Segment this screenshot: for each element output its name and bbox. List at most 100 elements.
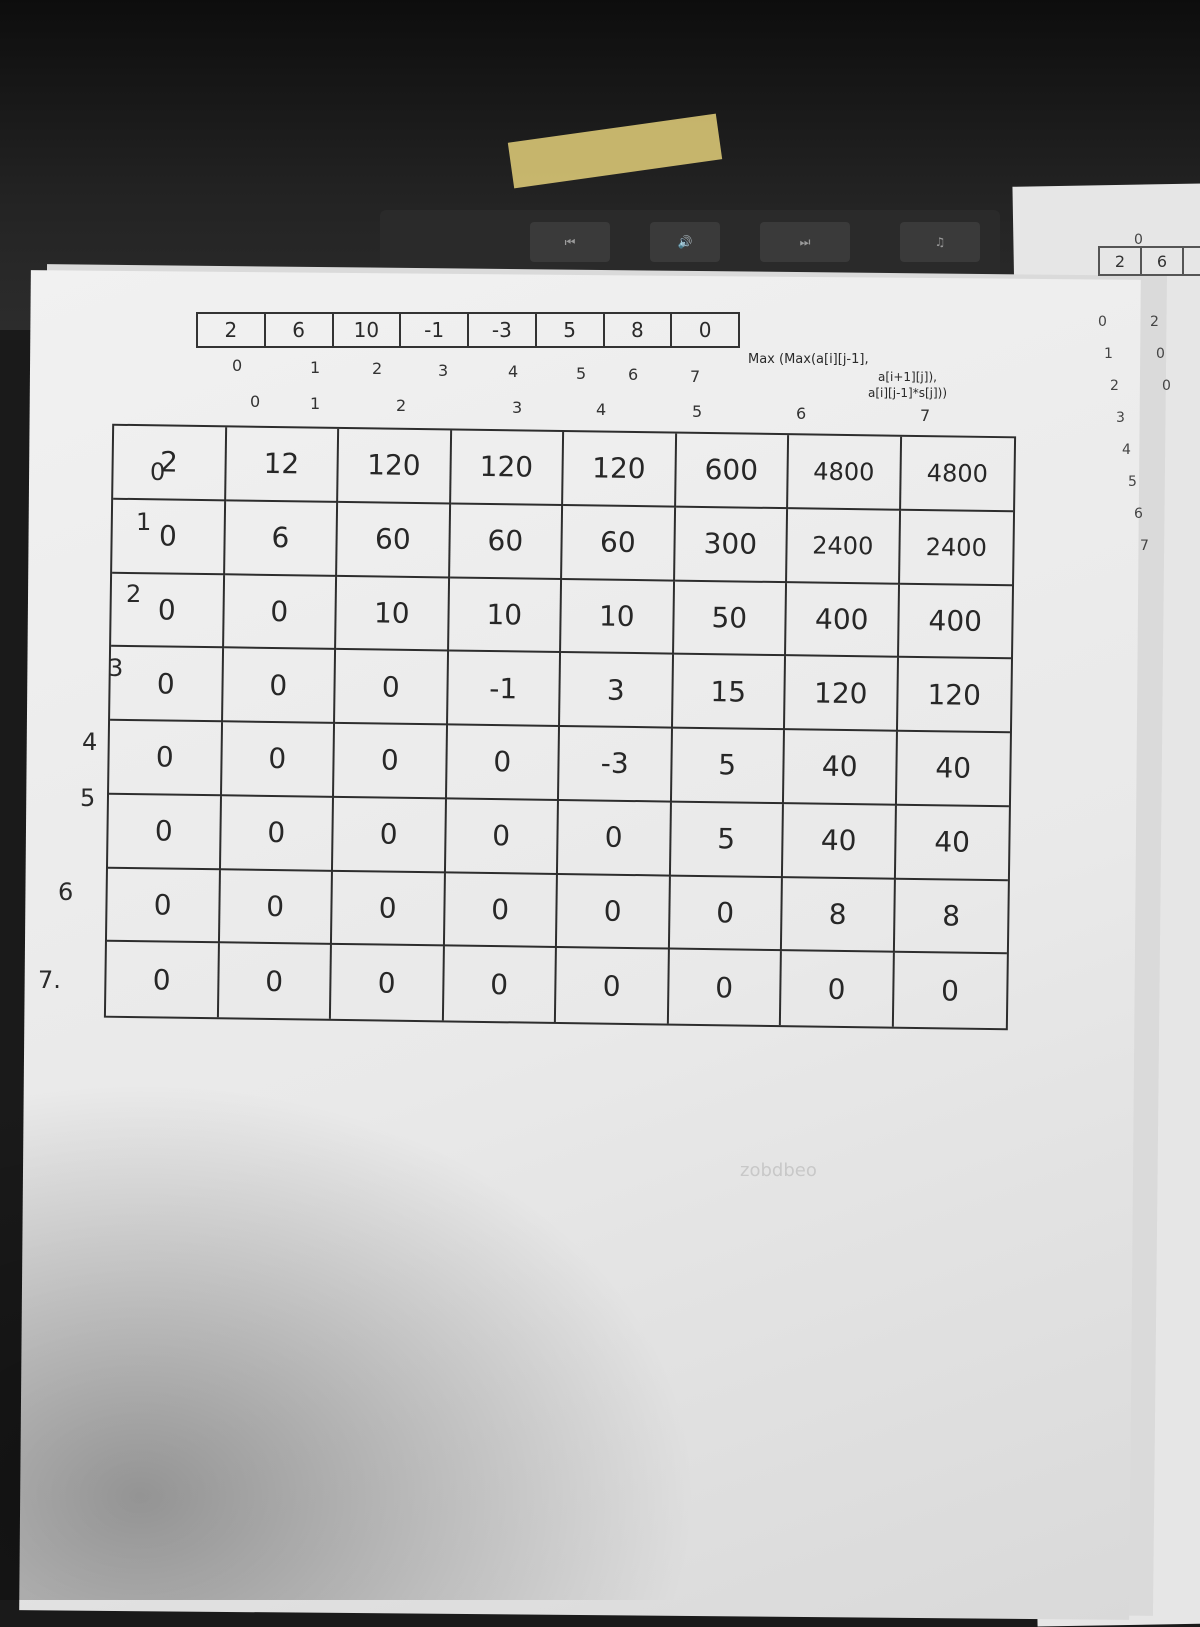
right-sheet-index: 1	[1104, 346, 1113, 362]
array-index-label: 4	[508, 362, 519, 381]
right-sheet-array: 2 6	[1098, 246, 1200, 276]
table-cell: 12	[225, 427, 340, 503]
column-label: 2	[396, 396, 407, 415]
table-cell: 0	[107, 794, 222, 870]
row-label: 5	[80, 784, 96, 812]
table-cell: 0	[555, 948, 670, 1024]
table-cell: 0	[668, 949, 782, 1026]
column-label: 6	[796, 404, 807, 423]
right-sheet-array-cell: 6	[1142, 248, 1184, 274]
table-cell: 0	[556, 874, 671, 950]
right-sheet-value: 0	[1156, 346, 1165, 362]
table-cell: 3	[560, 653, 674, 729]
table-cell: 10	[336, 576, 450, 652]
table-cell: 0	[218, 943, 332, 1019]
table-cell: 6	[224, 501, 339, 577]
table-cell: 2400	[899, 510, 1014, 586]
table-cell: 2	[113, 425, 227, 502]
array-cell: -3	[469, 314, 537, 346]
table-cell: -1	[447, 651, 562, 727]
table-cell: 400	[786, 582, 900, 658]
right-sheet-index: 7	[1140, 538, 1149, 554]
table-cell: 40	[782, 803, 897, 880]
table-cell: 120	[784, 656, 899, 732]
music-key: ♫	[900, 222, 980, 262]
table-cell: 4800	[788, 435, 902, 511]
table-cell: 0	[444, 872, 558, 949]
array-cell: 0	[698, 318, 712, 342]
table-cell: 0	[220, 796, 334, 872]
array-index-label: 7	[690, 366, 701, 386]
table-cell: 0	[110, 646, 224, 723]
table-cell: 0	[330, 945, 445, 1021]
table-cell: 0	[446, 725, 560, 801]
right-sheet-index: 5	[1128, 474, 1137, 490]
hand-shadow	[0, 1080, 700, 1600]
table-cell: 4800	[900, 436, 1015, 513]
table-cell: 0	[111, 573, 225, 649]
table-cell: 40	[895, 805, 1009, 881]
table-cell: 60	[337, 502, 451, 578]
table-cell: 120	[450, 430, 565, 506]
column-label: 1	[310, 394, 321, 413]
right-sheet-index: 6	[1134, 506, 1143, 522]
previous-track-key: ⏮	[530, 222, 610, 262]
right-sheet-value: 0	[1162, 378, 1171, 394]
column-label: 4	[596, 400, 607, 419]
table-cell: 0	[105, 941, 220, 1018]
table-cell: -3	[558, 727, 673, 803]
table-cell: 15	[672, 654, 787, 731]
table-cell: 10	[561, 579, 675, 655]
array-index-label: 5	[576, 363, 587, 383]
table-cell: 120	[563, 432, 677, 508]
array-index-label: 3	[438, 360, 449, 380]
table-cell: 0	[445, 799, 559, 875]
table-cell: 5	[671, 728, 785, 804]
bleed-through-text: zobdbeo	[740, 1160, 817, 1181]
array-cell: 2	[198, 314, 266, 346]
table-cell: 0	[335, 650, 449, 726]
row-label: 6	[58, 878, 74, 906]
table-cell: 8	[781, 877, 896, 953]
table-cell: 50	[673, 581, 788, 657]
table-cell: 0	[221, 722, 336, 798]
column-label: 3	[512, 398, 523, 417]
table-cell: 0	[780, 951, 895, 1027]
array-index-label: 2	[372, 359, 383, 378]
next-track-key: ⏭	[760, 222, 850, 262]
volume-key: 🔊	[650, 222, 720, 262]
table-cell: 0	[223, 574, 338, 651]
table-cell: 300	[674, 507, 789, 583]
table-cell: 60	[562, 505, 676, 582]
table-cell: 0	[112, 499, 226, 575]
right-sheet-index: 3	[1116, 410, 1125, 426]
table-cell: 0	[331, 871, 446, 947]
table-cell: 0	[669, 876, 783, 952]
dp-table: 2 12 120 120 120 600 4800 4800 0 6 60 60 60 300 2400 24…	[103, 423, 1017, 1031]
column-label: 7	[920, 406, 931, 425]
table-cell: 40	[783, 730, 898, 806]
table-cell: 0	[109, 720, 223, 797]
formula-line-1: Max (Max(a[i][j-1],	[748, 352, 869, 367]
row-label: 4	[82, 728, 98, 756]
array-index-label: 0	[232, 356, 243, 375]
array-cell: -1	[401, 314, 469, 346]
formula-line-3: a[i][j-1]*s[j]))	[868, 386, 948, 400]
right-sheet-index: 4	[1122, 442, 1131, 458]
table-cell: 2400	[787, 508, 901, 585]
table-cell: 600	[675, 433, 790, 509]
array-cell: 6	[266, 314, 334, 346]
input-array: 2 6 10 -1 -3 5 8 0	[196, 312, 740, 348]
array-cell: 10	[334, 314, 402, 346]
table-cell: 0	[557, 800, 672, 877]
table-cell: 0	[332, 797, 447, 873]
table-cell: 0	[443, 946, 557, 1022]
table-cell: 0	[222, 648, 337, 724]
table-cell: 5	[670, 802, 784, 878]
table-cell: 0	[333, 723, 448, 800]
table-cell: 0	[106, 868, 221, 944]
table-cell: 120	[338, 428, 452, 505]
array-cell: 8	[605, 314, 673, 346]
right-sheet-value: 2	[1150, 314, 1159, 330]
table-cell: 60	[449, 504, 564, 580]
